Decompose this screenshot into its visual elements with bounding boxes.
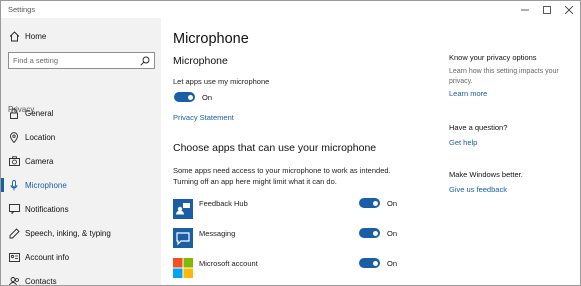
- section-title: Microphone: [173, 55, 228, 67]
- feedback-hub-app-icon: [173, 199, 193, 219]
- sidebar-item-label: Speech, inking, & typing: [25, 228, 111, 238]
- microsoft-account-app-icon: [173, 258, 193, 278]
- maximize-button[interactable]: [536, 1, 558, 18]
- allow-label: Let apps use my microphone: [173, 77, 270, 86]
- sidebar-item-camera[interactable]: Camera: [1, 149, 161, 173]
- minimize-icon: [521, 9, 529, 10]
- notifications-icon: [8, 203, 20, 215]
- toggle-state-label: On: [387, 229, 398, 238]
- privacy-statement-link[interactable]: Privacy Statement: [173, 113, 234, 122]
- toggle-state-label: On: [202, 93, 213, 102]
- microsoft-account-toggle[interactable]: [359, 258, 380, 268]
- microphone-icon: [8, 179, 20, 191]
- apps-description: Some apps need access to your microphone…: [173, 166, 391, 175]
- sidebar-item-speech[interactable]: Speech, inking, & typing: [1, 221, 161, 245]
- learn-more-link[interactable]: Learn more: [449, 89, 487, 98]
- sidebar-item-general[interactable]: General: [1, 101, 161, 125]
- sidebar-item-label: Camera: [25, 156, 54, 166]
- sidebar-item-label: Home: [25, 31, 47, 41]
- sidebar-item-account-info[interactable]: Account info: [1, 245, 161, 269]
- apps-description: Turning off an app here might limit what…: [173, 177, 337, 186]
- camera-icon: [8, 155, 20, 167]
- toggle-knob: [372, 260, 378, 266]
- window-title: Settings: [8, 5, 36, 14]
- messaging-app-icon: [173, 228, 193, 248]
- sidebar-item-label: Contacts: [25, 276, 57, 286]
- sidebar-item-label: General: [25, 108, 54, 118]
- maximize-icon: [543, 5, 551, 14]
- toggle-state-label: On: [387, 199, 398, 208]
- location-pin-icon: [8, 131, 20, 143]
- account-info-icon: [8, 251, 20, 263]
- allow-microphone-toggle[interactable]: [174, 92, 195, 102]
- apps-heading: Choose apps that can use your microphone: [173, 142, 377, 154]
- minimize-button[interactable]: [514, 1, 536, 18]
- page-title: Microphone: [173, 31, 249, 47]
- privacy-options-text: Learn how this setting impacts your: [449, 68, 559, 75]
- app-name: Messaging: [199, 229, 236, 238]
- question-heading: Have a question?: [449, 123, 508, 132]
- sidebar-item-contacts[interactable]: Contacts: [1, 269, 161, 286]
- sidebar-item-label: Microphone: [25, 180, 67, 190]
- feedback-hub-toggle[interactable]: [359, 198, 380, 208]
- sidebar-item-label: Notifications: [25, 204, 69, 214]
- title-bar: Settings: [1, 1, 580, 18]
- toggle-knob: [372, 230, 378, 236]
- toggle-knob: [372, 200, 378, 206]
- sidebar-item-label: Account info: [25, 252, 70, 262]
- privacy-options-text: privacy.: [449, 78, 473, 85]
- toggle-state-label: On: [387, 259, 398, 268]
- toggle-knob: [187, 94, 193, 100]
- app-name: Microsoft account: [199, 259, 258, 268]
- search-input[interactable]: [13, 55, 137, 66]
- app-name: Feedback Hub: [199, 199, 248, 208]
- contacts-icon: [8, 275, 20, 285]
- messaging-toggle[interactable]: [359, 228, 380, 238]
- get-help-link[interactable]: Get help: [449, 138, 477, 147]
- feedback-link[interactable]: Give us feedback: [449, 185, 507, 194]
- close-icon: [565, 5, 573, 14]
- close-button[interactable]: [558, 1, 580, 18]
- sidebar-item-notifications[interactable]: Notifications: [1, 197, 161, 221]
- sidebar-item-home[interactable]: Home: [1, 24, 161, 48]
- sidebar-item-microphone[interactable]: Microphone: [1, 173, 161, 197]
- home-icon: [8, 30, 20, 42]
- sidebar: Home Privacy General Location Camera: [1, 18, 161, 286]
- speech-icon: [8, 227, 20, 239]
- sidebar-item-label: Location: [25, 132, 56, 142]
- search-icon[interactable]: [140, 56, 150, 66]
- search-box[interactable]: [8, 52, 155, 69]
- lock-icon: [8, 107, 20, 119]
- better-heading: Make Windows better.: [449, 170, 523, 179]
- privacy-options-heading: Know your privacy options: [449, 53, 537, 62]
- sidebar-item-location[interactable]: Location: [1, 125, 161, 149]
- settings-window: Settings Home Privacy General: [0, 0, 581, 286]
